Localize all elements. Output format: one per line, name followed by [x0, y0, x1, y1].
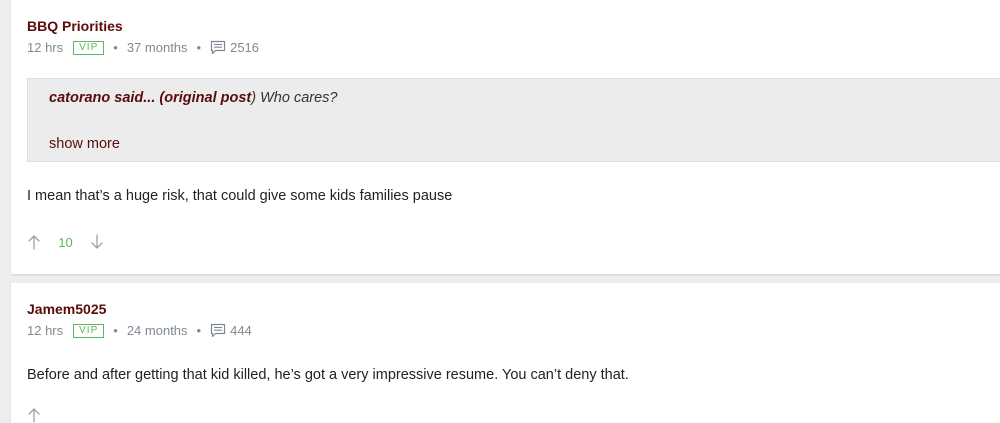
post-username[interactable]: Jamem5025 — [27, 301, 106, 317]
chat-bubble-icon — [210, 323, 226, 338]
separator-dot: • — [196, 323, 202, 338]
post-meta: 12 hrs VIP • 37 months • 2516 — [27, 40, 259, 55]
post-body: Before and after getting that kid killed… — [27, 367, 629, 383]
quote-line: catorano said... (original post) Who car… — [49, 90, 338, 106]
vote-bar: 10 — [27, 234, 104, 250]
post-card: Jamem5025 12 hrs VIP • 24 months • 444 B… — [11, 283, 1000, 423]
post-time: 12 hrs — [27, 323, 64, 338]
quote-text: Who cares? — [260, 90, 338, 106]
original-post-link[interactable]: (original post — [159, 90, 251, 106]
show-more-link[interactable]: show more — [49, 136, 120, 152]
post-count: 444 — [230, 323, 252, 338]
post-card: BBQ Priorities 12 hrs VIP • 37 months • … — [11, 0, 1000, 274]
vote-bar — [27, 407, 41, 423]
quote-paren: ) — [251, 90, 257, 106]
quote-author[interactable]: catorano said... — [49, 90, 155, 106]
separator-dot: • — [113, 323, 118, 338]
member-tenure: 24 months — [126, 323, 188, 338]
post-meta: 12 hrs VIP • 24 months • 444 — [27, 323, 252, 338]
chat-bubble-icon — [210, 40, 226, 55]
vip-badge: VIP — [73, 40, 105, 55]
quoted-post: catorano said... (original post) Who car… — [27, 78, 1000, 162]
post-time: 12 hrs — [27, 40, 64, 55]
post-count: 2516 — [230, 40, 260, 55]
vip-badge: VIP — [73, 323, 105, 338]
separator-dot: • — [113, 40, 118, 55]
arrow-down-icon[interactable] — [90, 234, 104, 250]
arrow-up-icon[interactable] — [27, 407, 41, 423]
member-tenure: 37 months — [126, 40, 188, 55]
separator-dot: • — [196, 40, 202, 55]
vote-count: 10 — [58, 234, 73, 250]
arrow-up-icon[interactable] — [27, 234, 41, 250]
post-body: I mean that’s a huge risk, that could gi… — [27, 188, 453, 204]
post-username[interactable]: BBQ Priorities — [27, 18, 123, 34]
